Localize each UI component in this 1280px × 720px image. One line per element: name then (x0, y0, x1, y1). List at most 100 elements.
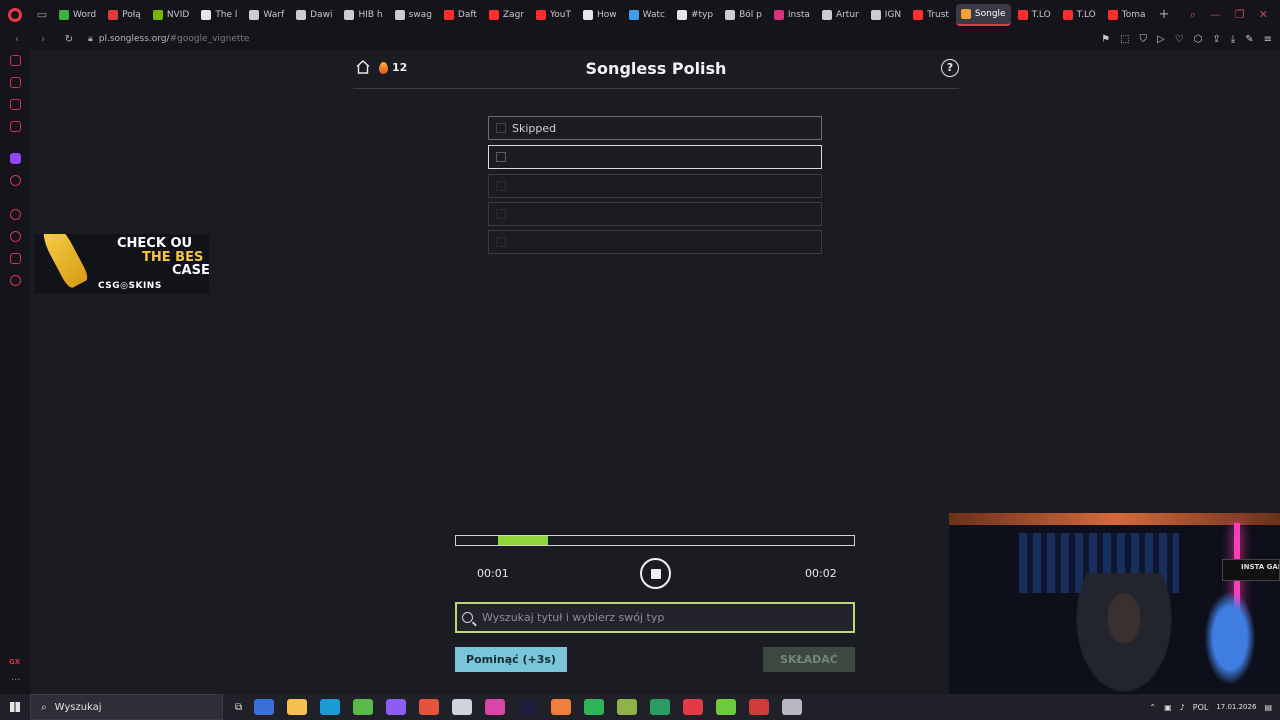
taskbar-app-icon[interactable] (782, 699, 803, 715)
forward-icon[interactable]: › (34, 34, 52, 45)
browser-tab[interactable]: Toma (1103, 4, 1151, 26)
extensions-icon[interactable]: ⬡ (1194, 34, 1203, 45)
skip-button[interactable]: Pominąć (+3s) (455, 647, 567, 672)
taskbar-app-icon[interactable] (287, 699, 308, 715)
tab-label: #typ (690, 9, 714, 20)
network-icon[interactable]: ▣ (1164, 703, 1172, 712)
sidebar-extensions-icon[interactable] (10, 253, 21, 264)
browser-tab[interactable]: IGN (866, 4, 906, 26)
tab-favicon-icon (108, 9, 119, 20)
sidebar-player-icon[interactable] (10, 121, 21, 132)
tray-expand-icon[interactable]: ⌃ (1149, 703, 1156, 712)
song-search-input[interactable] (482, 611, 842, 624)
browser-tab[interactable]: How (578, 4, 622, 26)
sidebar-history-icon[interactable] (10, 231, 21, 242)
taskbar-app-icon[interactable] (584, 699, 605, 715)
taskbar-app-icon[interactable] (650, 699, 671, 715)
tab-favicon-icon (583, 9, 593, 20)
taskbar-app-icon[interactable] (617, 699, 638, 715)
url-field[interactable]: pl.songless.org/#google_vignette (99, 34, 250, 44)
reload-icon[interactable]: ↻ (60, 34, 78, 45)
tab-favicon-icon (201, 9, 212, 20)
task-view-icon[interactable]: ⧉ (235, 702, 242, 713)
browser-tab[interactable]: Watc (624, 4, 670, 26)
taskbar-app-icon[interactable] (551, 699, 572, 715)
sidebar-twitch-icon[interactable] (10, 153, 21, 164)
sidebar-discord-icon[interactable] (10, 175, 21, 186)
taskbar-search[interactable]: ⌕ Wyszukaj (30, 694, 223, 720)
taskbar-app-icon[interactable] (683, 699, 704, 715)
taskbar-app-icon[interactable] (254, 699, 275, 715)
close-window-icon[interactable]: ✕ (1259, 8, 1268, 21)
wallet-icon[interactable]: ⇪ (1212, 34, 1220, 45)
sidebar-settings-icon[interactable] (10, 275, 21, 286)
browser-tab[interactable]: NVID (148, 4, 194, 26)
browser-tab[interactable]: swag (390, 4, 437, 26)
maximize-icon[interactable]: ❐ (1235, 8, 1245, 21)
taskbar-app-icon[interactable] (485, 699, 506, 715)
browser-tab[interactable]: T.LO (1058, 4, 1101, 26)
browser-tab[interactable]: YouT (531, 4, 576, 26)
language-indicator[interactable]: POL (1193, 703, 1209, 712)
vpn-shield-icon[interactable]: ⛉ (1140, 34, 1148, 45)
bookmark-icon[interactable]: ⚑ (1101, 34, 1110, 45)
download-icon[interactable]: ⤓ (1231, 34, 1235, 45)
webcam-statue (1200, 583, 1260, 693)
heart-icon[interactable]: ♡ (1175, 34, 1184, 45)
new-tab-button[interactable]: + (1153, 7, 1176, 22)
taskbar-app-icon[interactable] (716, 699, 737, 715)
clock[interactable]: 17.01.2026 (1216, 702, 1256, 712)
csgo-skins-ad-banner[interactable]: CHECK OU THE BES CASE CSG◎SKINS (34, 234, 209, 294)
browser-tab[interactable]: Artur (817, 4, 864, 26)
opera-menu-icon[interactable] (0, 0, 30, 29)
browser-tab[interactable]: Ból p (720, 4, 767, 26)
browser-tab[interactable]: Daft (439, 4, 482, 26)
submit-button[interactable]: SKŁADAĆ (763, 647, 855, 672)
taskbar-app-icon[interactable] (452, 699, 473, 715)
browser-tab[interactable]: Warf (244, 4, 289, 26)
notifications-icon[interactable]: ▤ (1264, 703, 1272, 712)
lock-icon[interactable]: 🔒︎ (88, 34, 93, 44)
player-icon[interactable]: ▷ (1157, 34, 1165, 45)
browser-tab[interactable]: Połą (103, 4, 146, 26)
browser-tab[interactable]: Dawi (291, 4, 337, 26)
browser-tab[interactable]: Insta (769, 4, 815, 26)
taskbar-app-icon[interactable] (419, 699, 440, 715)
windows-start-icon[interactable] (0, 694, 30, 720)
taskbar-app-icon[interactable] (320, 699, 341, 715)
sidebar-more-icon[interactable]: ··· (11, 675, 21, 686)
taskbar-app-icon[interactable] (749, 699, 770, 715)
browser-tab[interactable]: Trust (908, 4, 954, 26)
tab-label: T.LO (1031, 9, 1051, 20)
tab-islands-icon[interactable]: ▭ (30, 0, 54, 29)
help-icon[interactable]: ? (941, 59, 959, 77)
search-tabs-icon[interactable]: ⌕ (1190, 8, 1196, 22)
tab-favicon-icon (344, 9, 355, 20)
back-icon[interactable]: ‹ (8, 34, 26, 45)
sidebar-messenger-icon[interactable] (10, 99, 21, 110)
tab-favicon-icon (443, 9, 454, 20)
sidebar-bag-icon[interactable] (10, 77, 21, 88)
minimize-icon[interactable]: — (1210, 8, 1221, 21)
snapshot-icon[interactable]: ⬚ (1120, 34, 1129, 45)
menu-icon[interactable]: ≡ (1264, 34, 1272, 45)
aria-ai-icon[interactable]: ✎ (1245, 34, 1253, 45)
browser-tab[interactable]: #typ (672, 4, 718, 26)
taskbar-app-icon[interactable] (518, 699, 539, 715)
browser-tab[interactable]: The l (196, 4, 242, 26)
sidebar-gx-icon[interactable]: GX (9, 658, 20, 666)
tab-label: Songle (974, 8, 1006, 19)
browser-tab[interactable]: Word (54, 4, 101, 26)
browser-tab[interactable]: Zagr (484, 4, 529, 26)
browser-tab[interactable]: T.LO (1013, 4, 1056, 26)
taskbar-app-icon[interactable] (353, 699, 374, 715)
sidebar-aria-icon[interactable] (10, 55, 21, 66)
tab-label: Toma (1121, 9, 1146, 20)
browser-tab[interactable]: Songle (955, 3, 1011, 26)
volume-icon[interactable]: ♪ (1180, 703, 1185, 712)
stop-button[interactable] (640, 558, 671, 589)
tab-favicon-icon (1017, 9, 1028, 20)
sidebar-target-icon[interactable] (10, 209, 21, 220)
browser-tab[interactable]: HIB h (339, 4, 387, 26)
taskbar-app-icon[interactable] (386, 699, 407, 715)
